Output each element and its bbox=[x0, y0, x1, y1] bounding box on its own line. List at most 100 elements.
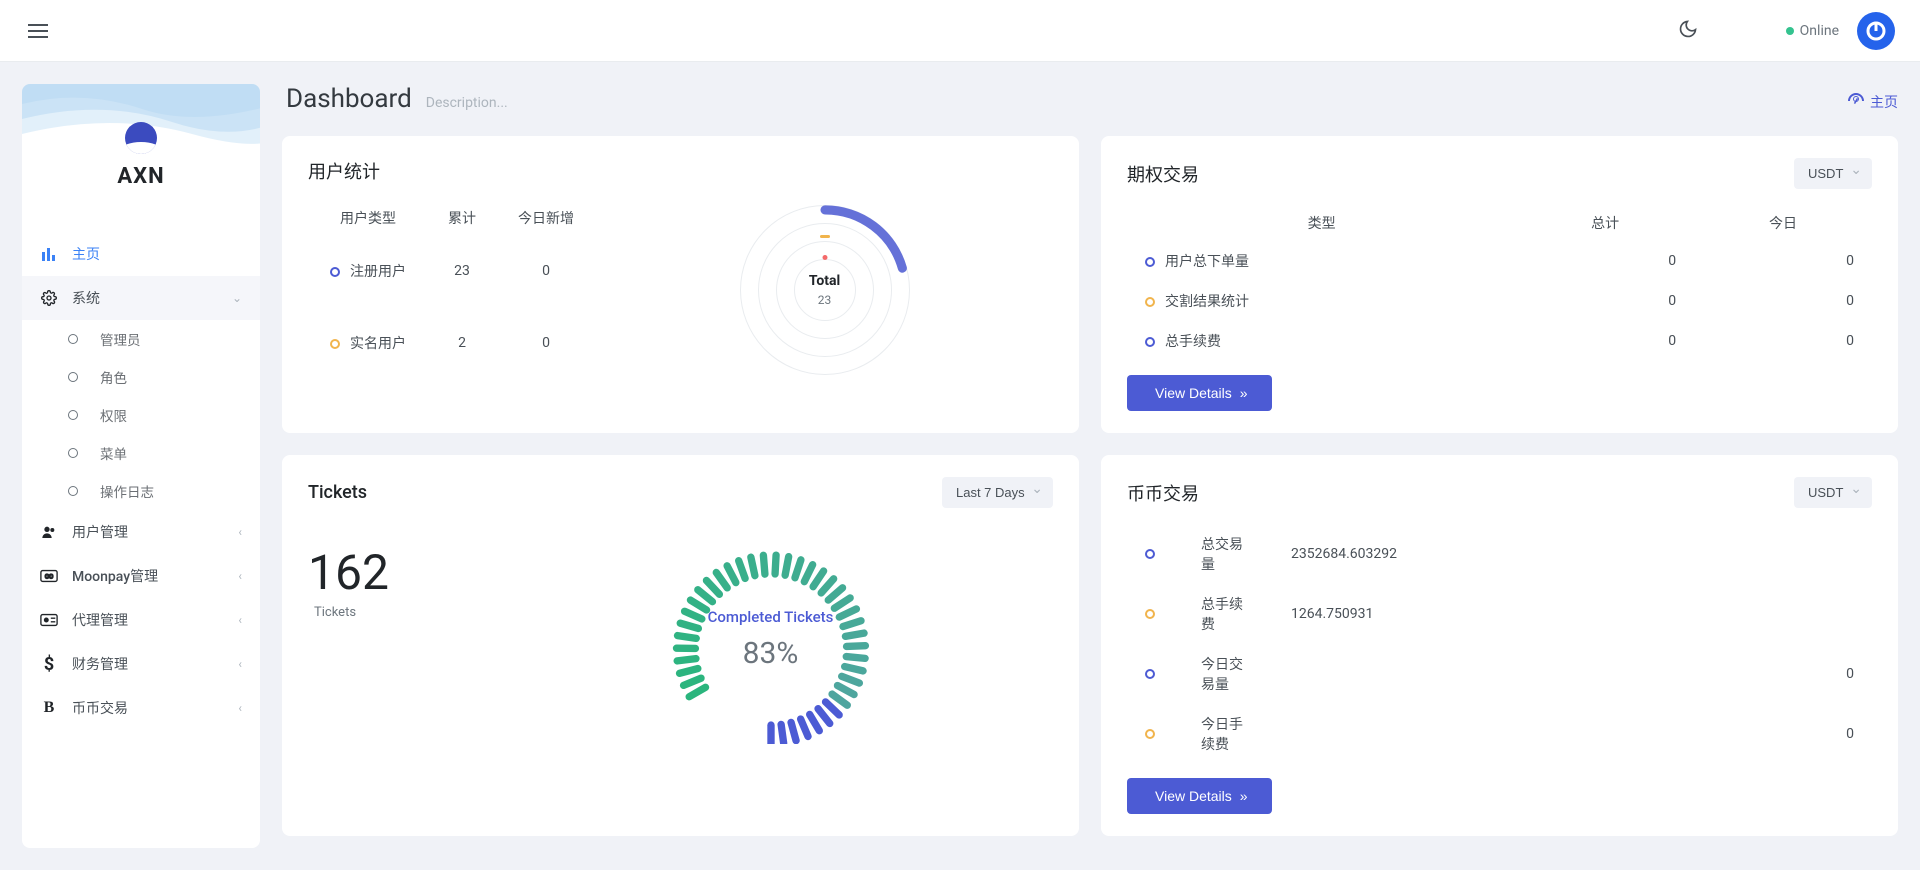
sidebar-subitem-label: 角色 bbox=[100, 367, 127, 387]
sidebar-submenu-system: 管理员 角色 权限 菜单 操作日志 bbox=[22, 320, 260, 510]
ring-icon bbox=[1145, 609, 1155, 619]
row-value: 0 bbox=[1273, 704, 1872, 764]
sidebar-item-moonpay[interactable]: CC Moonpay管理 ‹ bbox=[22, 554, 260, 598]
sidebar-subitem-log[interactable]: 操作日志 bbox=[36, 472, 260, 510]
bullet-icon bbox=[68, 486, 78, 496]
sidebar-subitem-admin[interactable]: 管理员 bbox=[36, 320, 260, 358]
ring-icon bbox=[1145, 669, 1155, 679]
sidebar-item-label: 代理管理 bbox=[72, 610, 238, 630]
row-today: 0 bbox=[498, 308, 594, 378]
row-name: 总手续费 bbox=[1165, 334, 1221, 350]
table-row: 今日交易量 0 bbox=[1127, 644, 1872, 704]
row-name: 交割结果统计 bbox=[1165, 294, 1249, 310]
sidebar-subitem-label: 菜单 bbox=[100, 443, 127, 463]
card-user-stats: 用户统计 用户类型 累计 今日新增 注册用户 23 0 bbox=[282, 136, 1079, 433]
page-header: Dashboard Description... 主页 bbox=[282, 84, 1898, 114]
row-value: 0 bbox=[1273, 644, 1872, 704]
card-title: 币币交易 bbox=[1127, 480, 1199, 506]
sidebar-item-home[interactable]: 主页 bbox=[22, 232, 260, 276]
sidebar: AXN 主页 系统 ⌄ 管理员 角色 bbox=[0, 62, 270, 870]
row-name: 总手续费 bbox=[1201, 597, 1243, 633]
col-header: 今日 bbox=[1694, 205, 1872, 241]
chevron-left-icon: ‹ bbox=[238, 525, 242, 539]
row-name: 今日交易量 bbox=[1201, 657, 1243, 693]
sidebar-item-finance[interactable]: $ 财务管理 ‹ bbox=[22, 642, 260, 686]
logo-orb-icon bbox=[125, 122, 157, 154]
sidebar-item-label: 币币交易 bbox=[72, 698, 238, 718]
currency-select[interactable]: USDT bbox=[1794, 158, 1872, 189]
main-content: Dashboard Description... 主页 用户统计 用户类型 累计 bbox=[270, 62, 1920, 870]
chevron-left-icon: ‹ bbox=[238, 613, 242, 627]
brand-name: AXN bbox=[117, 164, 164, 189]
table-row: 总手续费 1264.750931 bbox=[1127, 584, 1872, 644]
user-stats-table: 用户类型 累计 今日新增 注册用户 23 0 实名用户 bbox=[308, 200, 596, 380]
sidebar-subitem-role[interactable]: 角色 bbox=[36, 358, 260, 396]
row-name: 用户总下单量 bbox=[1165, 254, 1249, 270]
ring-icon bbox=[1145, 297, 1155, 307]
row-total: 0 bbox=[1516, 281, 1694, 321]
row-name: 注册用户 bbox=[350, 264, 406, 280]
breadcrumb-label: 主页 bbox=[1870, 92, 1898, 112]
topbar: Online bbox=[0, 0, 1920, 62]
sidebar-item-label: 用户管理 bbox=[72, 522, 238, 542]
sidebar-item-label: 主页 bbox=[72, 244, 242, 264]
card-title: 用户统计 bbox=[308, 158, 380, 184]
table-row: 交割结果统计 0 0 bbox=[1127, 281, 1872, 321]
button-label: View Details bbox=[1155, 788, 1232, 804]
sidebar-item-users[interactable]: 用户管理 ‹ bbox=[22, 510, 260, 554]
sidebar-nav: 主页 系统 ⌄ 管理员 角色 权限 菜单 操作日志 bbox=[22, 226, 260, 736]
col-header: 今日新增 bbox=[498, 202, 594, 234]
chevron-left-icon: ‹ bbox=[238, 569, 242, 583]
target-chart: Total 23 bbox=[596, 200, 1053, 380]
bullet-icon bbox=[68, 410, 78, 420]
chevron-left-icon: ‹ bbox=[238, 701, 242, 715]
sidebar-subitem-permission[interactable]: 权限 bbox=[36, 396, 260, 434]
sidebar-item-coin[interactable]: B 币币交易 ‹ bbox=[22, 686, 260, 730]
sidebar-subitem-menu[interactable]: 菜单 bbox=[36, 434, 260, 472]
breadcrumb-home[interactable]: 主页 bbox=[1848, 92, 1898, 112]
row-name: 总交易量 bbox=[1201, 537, 1243, 573]
tickets-count: 162 bbox=[308, 544, 488, 601]
user-avatar[interactable] bbox=[1857, 12, 1895, 50]
users-icon bbox=[40, 523, 58, 541]
ring-icon bbox=[1145, 729, 1155, 739]
page-subtitle: Description... bbox=[426, 95, 508, 111]
dark-mode-toggle[interactable] bbox=[1670, 11, 1706, 51]
sidebar-item-label: Moonpay管理 bbox=[72, 566, 238, 586]
range-select[interactable]: Last 7 Days bbox=[942, 477, 1053, 508]
brand-logo: AXN bbox=[22, 84, 260, 226]
sidebar-item-agent[interactable]: 代理管理 ‹ bbox=[22, 598, 260, 642]
bold-icon: B bbox=[40, 699, 58, 717]
currency-select[interactable]: USDT bbox=[1794, 477, 1872, 508]
row-name: 今日手续费 bbox=[1201, 717, 1243, 753]
table-row: 实名用户 2 0 bbox=[310, 308, 594, 378]
sidebar-item-system[interactable]: 系统 ⌄ bbox=[22, 276, 260, 320]
tickets-count-label: Tickets bbox=[308, 605, 488, 620]
hamburger-icon bbox=[28, 24, 48, 38]
view-details-button[interactable]: View Details » bbox=[1127, 375, 1272, 411]
menu-toggle-button[interactable] bbox=[20, 12, 56, 50]
status-dot-icon bbox=[1786, 27, 1794, 35]
dashboard-icon bbox=[1848, 93, 1864, 111]
row-today: 0 bbox=[1694, 321, 1872, 361]
dollar-icon: $ bbox=[40, 655, 58, 673]
col-header: 类型 bbox=[1127, 205, 1516, 241]
page-title: Dashboard bbox=[286, 84, 412, 114]
card-coin-trade: 币币交易 USDT 总交易量 235268 bbox=[1101, 455, 1898, 836]
col-header: 累计 bbox=[428, 202, 496, 234]
cc-icon: CC bbox=[40, 567, 58, 585]
table-row: 今日手续费 0 bbox=[1127, 704, 1872, 764]
ring-icon bbox=[1145, 337, 1155, 347]
row-total: 23 bbox=[428, 236, 496, 306]
button-label: View Details bbox=[1155, 385, 1232, 401]
id-icon bbox=[40, 611, 58, 629]
view-details-button[interactable]: View Details » bbox=[1127, 778, 1272, 814]
ring-icon bbox=[330, 267, 340, 277]
chevron-left-icon: ‹ bbox=[238, 657, 242, 671]
row-name: 实名用户 bbox=[350, 336, 406, 352]
table-row: 用户总下单量 0 0 bbox=[1127, 241, 1872, 281]
ring-icon bbox=[330, 339, 340, 349]
table-row: 总手续费 0 0 bbox=[1127, 321, 1872, 361]
power-icon bbox=[1864, 19, 1888, 43]
chevron-down-icon: ⌄ bbox=[232, 291, 242, 305]
